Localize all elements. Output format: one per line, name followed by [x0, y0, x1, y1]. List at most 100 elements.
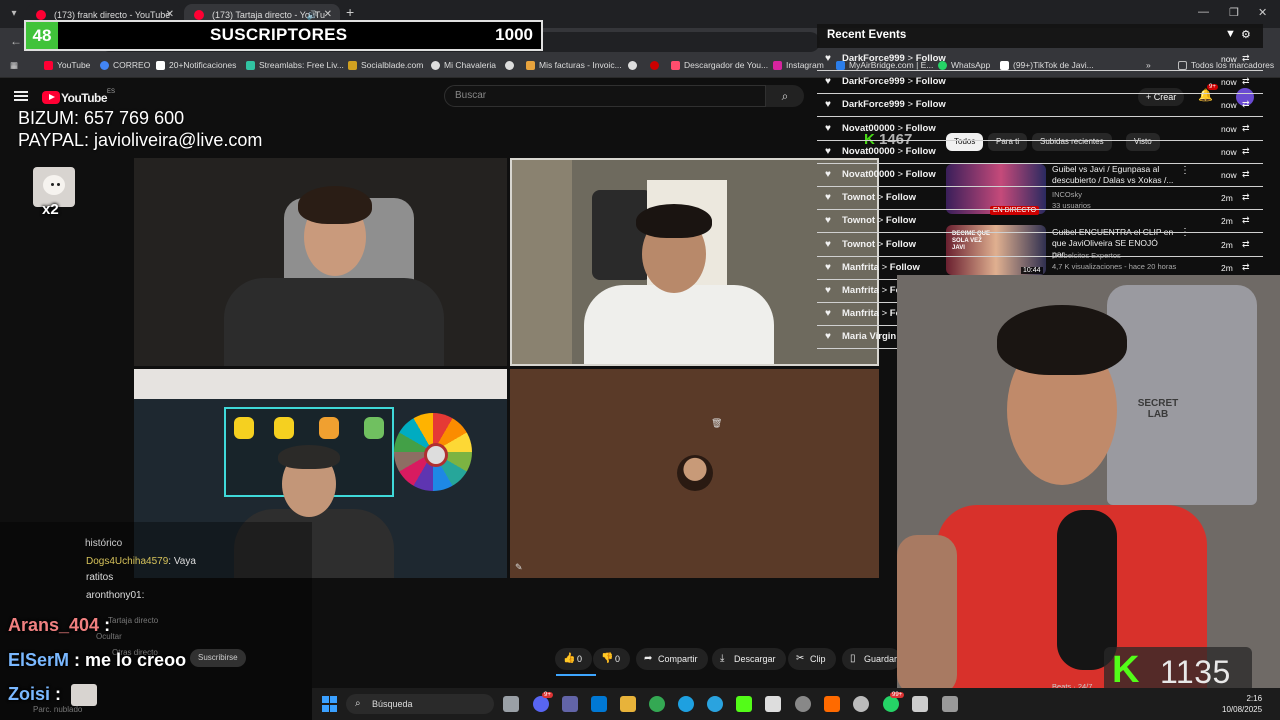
bookmark-streamlabs[interactable]: Streamlabs: Free Liv...: [246, 60, 344, 70]
edge-icon[interactable]: [678, 696, 694, 712]
replay-icon[interactable]: ⇄: [1242, 53, 1250, 64]
bookmark-invoices[interactable]: Mis facturas - Invoic...: [526, 60, 622, 70]
app-icon[interactable]: [942, 696, 958, 712]
event-text: Novat00000 > Follow: [842, 145, 936, 157]
filter-icon[interactable]: ▼: [1225, 28, 1236, 40]
event-row[interactable]: ♥ Novat00000 > Follow now ⇄: [817, 141, 1263, 164]
tab-search-chevron-icon[interactable]: ▾: [6, 6, 22, 22]
telegram-icon[interactable]: [707, 696, 723, 712]
recent-events-title: Recent Events: [827, 29, 907, 41]
minimize-icon[interactable]: —: [1198, 6, 1209, 18]
thumbs-up-icon: 👍: [563, 653, 576, 664]
settings-icon[interactable]: [795, 696, 811, 712]
event-row[interactable]: ♥ DarkForce999 > Follow now ⇄: [817, 48, 1263, 71]
app-icon[interactable]: [912, 696, 928, 712]
bookmark-x-notifications[interactable]: 20+Notificaciones: [156, 60, 236, 70]
red-dot-icon: [650, 61, 659, 70]
globe-icon: [505, 61, 514, 70]
replay-icon[interactable]: ⇄: [1242, 262, 1250, 273]
gear-icon[interactable]: ⚙: [1241, 28, 1251, 41]
save-button[interactable]: ▯ Guardar: [842, 648, 902, 670]
youtube-search-input[interactable]: Buscar: [444, 85, 766, 107]
chat-big-message: Zoisi :: [8, 684, 62, 704]
clock-date: 10/08/2025: [1222, 705, 1263, 714]
bookmark-correo[interactable]: CORREO: [100, 60, 150, 70]
obs-icon[interactable]: [853, 696, 869, 712]
replay-icon[interactable]: ⇄: [1242, 215, 1250, 226]
replay-icon[interactable]: ⇄: [1242, 99, 1250, 110]
event-time: 2m: [1221, 216, 1233, 227]
windows-start-icon[interactable]: [322, 696, 338, 712]
subscriber-label: SUSCRIPTORES: [210, 25, 348, 44]
event-row[interactable]: ♥ Townot > Follow 2m ⇄: [817, 187, 1263, 211]
notepad-icon[interactable]: [765, 696, 781, 712]
replay-icon[interactable]: ⇄: [1242, 76, 1250, 87]
replay-icon[interactable]: ⇄: [1242, 123, 1250, 134]
event-time: now: [1221, 123, 1237, 134]
weather-text: Parc. nublado: [33, 705, 83, 714]
maximize-icon[interactable]: ❐: [1229, 6, 1239, 19]
event-time: now: [1221, 77, 1237, 88]
x-logo-icon: [156, 61, 165, 70]
replay-icon[interactable]: ⇄: [1242, 192, 1250, 203]
arrow-icon: >: [881, 261, 888, 273]
streamlabs-icon: [246, 61, 255, 70]
event-row[interactable]: ♥ Townot > Follow 2m ⇄: [817, 210, 1263, 234]
event-text: Townot > Follow: [842, 238, 916, 250]
search-icon[interactable]: ⌕: [766, 85, 804, 107]
teams-icon[interactable]: [562, 696, 578, 712]
globe-icon: [431, 61, 440, 70]
chrome-icon[interactable]: [649, 696, 665, 712]
app-icon[interactable]: [824, 696, 840, 712]
taskbar-search[interactable]: ⌕ Búsqueda: [346, 694, 494, 714]
download-button[interactable]: ⤓ Descargar: [712, 648, 786, 670]
task-view-icon[interactable]: [503, 696, 519, 712]
taskbar-clock[interactable]: 2:16 10/08/2025: [1222, 693, 1262, 715]
new-tab-icon[interactable]: +: [346, 4, 354, 20]
event-text: Maria Virgin: [842, 331, 897, 343]
download-icon: ⤓: [720, 653, 725, 664]
bookmark-youtube[interactable]: YouTube: [44, 60, 90, 70]
kick-app-icon[interactable]: [736, 696, 752, 712]
close-window-icon[interactable]: ✕: [1258, 6, 1267, 19]
ceiling: [134, 369, 507, 399]
bookmark-yt-downloader[interactable]: Descargador de You...: [671, 60, 768, 70]
like-progress-line: [556, 674, 596, 676]
event-time: now: [1221, 170, 1237, 180]
replay-icon[interactable]: ⇄: [1242, 239, 1250, 250]
share-button[interactable]: ➦ Compartir: [636, 648, 708, 670]
menu-icon[interactable]: [14, 91, 28, 101]
dislike-button[interactable]: 👎 0: [593, 648, 631, 670]
paypal-text: PAYPAL: javioliveira@live.com: [18, 130, 263, 150]
whatsapp-icon[interactable]: [883, 696, 899, 712]
back-icon[interactable]: ←: [10, 34, 22, 48]
event-row[interactable]: ♥ Novat00000 > Follow now ⇄: [817, 164, 1263, 187]
discord-icon[interactable]: [533, 696, 549, 712]
outlook-icon[interactable]: [591, 696, 607, 712]
bookmark-mi-chavaleria[interactable]: Mi Chavaleria: [431, 60, 496, 70]
heart-icon: ♥: [825, 331, 831, 343]
heart-icon: ♥: [825, 192, 831, 204]
arrow-icon: >: [877, 238, 884, 250]
event-text: DarkForce999 > Follow: [842, 76, 946, 88]
apps-grid-icon[interactable]: ▦: [10, 60, 18, 71]
clip-button[interactable]: ✂ Clip: [788, 648, 836, 670]
replay-icon[interactable]: ⇄: [1242, 169, 1250, 180]
subscribe-button[interactable]: Suscribirse: [190, 649, 246, 667]
heart-icon: ♥: [825, 285, 831, 296]
participant-avatar: [677, 455, 713, 491]
event-row[interactable]: ♥ DarkForce999 > Follow now ⇄: [817, 94, 1263, 118]
event-row[interactable]: ♥ Townot > Follow 2m ⇄: [817, 234, 1263, 257]
bookmark-socialblade[interactable]: Socialblade.com: [348, 60, 423, 70]
event-row[interactable]: ♥ DarkForce999 > Follow now ⇄: [817, 71, 1263, 95]
like-button[interactable]: 👍 0: [555, 648, 593, 670]
youtube-logo[interactable]: YouTubeES: [42, 89, 115, 105]
event-row[interactable]: ♥ Novat00000 > Follow now ⇄: [817, 118, 1263, 141]
youtube-play-icon: [42, 91, 60, 105]
event-text: DarkForce999 > Follow: [842, 99, 946, 111]
replay-icon[interactable]: ⇄: [1242, 146, 1250, 157]
trash-icon[interactable]: 🗑: [711, 418, 722, 429]
arrow-icon: >: [881, 285, 888, 296]
file-explorer-icon[interactable]: [620, 696, 636, 712]
share-icon: ➦: [644, 653, 653, 664]
